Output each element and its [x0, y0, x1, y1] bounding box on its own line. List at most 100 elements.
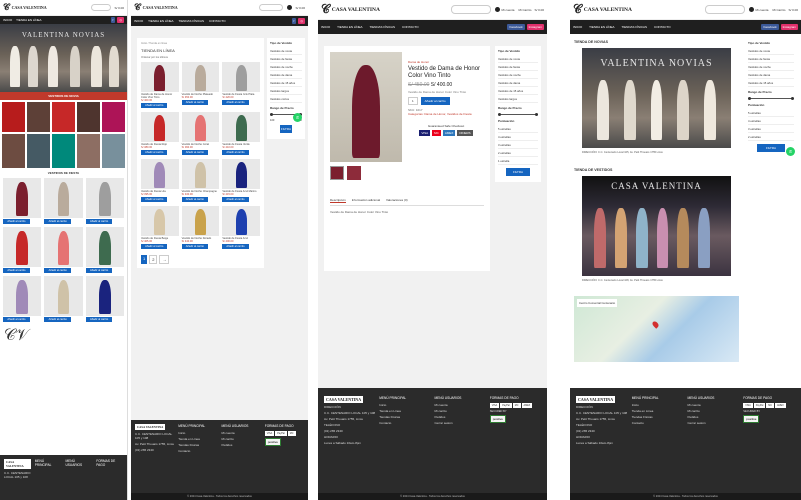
rating-item[interactable]: 5 estrellas	[498, 125, 538, 133]
category-item[interactable]: Vestidos de noche	[270, 63, 302, 71]
add-to-cart-button[interactable]: Añadir al carrito	[181, 244, 209, 249]
promo-tile[interactable]	[2, 102, 25, 132]
product-card[interactable]: Vestido de Fiesta Beige S/ 405.00 Añadir a…	[141, 206, 179, 249]
nav-tienda[interactable]: TIENDA EN LÍNEA	[148, 19, 173, 23]
instagram-button[interactable]: Instagram	[780, 24, 798, 30]
nav-inicio[interactable]: INICIO	[134, 19, 143, 23]
sort-select[interactable]: Ordenar por los últimos	[141, 56, 260, 59]
price-slider[interactable]	[748, 97, 794, 100]
site-logo[interactable]: 𝒞 CASA VALENTINA	[321, 3, 380, 15]
store-photo-novias[interactable]: VALENTINA NOVIAS	[582, 48, 731, 148]
add-to-cart-button[interactable]: Añadir al carrito	[181, 197, 209, 202]
thumbnail[interactable]	[347, 166, 361, 180]
product-image[interactable]	[141, 206, 179, 236]
filter-button[interactable]: FILTRA	[506, 168, 530, 176]
footer-link[interactable]: Inicio	[632, 403, 684, 407]
product-card[interactable]: Añadir al carrito	[85, 178, 124, 224]
product-card[interactable]: Añadir al carrito	[85, 227, 124, 273]
add-to-cart-button[interactable]: Añadir al carrito	[222, 150, 249, 155]
price-slider[interactable]	[498, 113, 538, 116]
category-item[interactable]: Vestidos largos	[270, 87, 302, 95]
tab-info-adicional[interactable]: Información adicional	[352, 198, 380, 203]
footer-link[interactable]: Pedidos	[688, 415, 740, 419]
product-card[interactable]: Añadir al carrito	[85, 276, 124, 322]
product-card[interactable]: Vestido de Dama de Honor Color Vino Tint…	[141, 62, 179, 108]
site-logo[interactable]: 𝒞 CASA VALENTINA	[573, 3, 632, 15]
product-image[interactable]	[141, 112, 179, 142]
category-item[interactable]: Vestidos de noche	[498, 71, 538, 79]
footer-link[interactable]: Tiendas Físicas	[178, 443, 217, 447]
product-category[interactable]: Dama de Honor	[408, 60, 484, 64]
product-image[interactable]	[222, 112, 260, 142]
instagram-button[interactable]: Instagram	[526, 24, 544, 30]
category-item[interactable]: Vestidos de dama	[748, 71, 794, 79]
account-link[interactable]: Mi cuenta	[749, 7, 768, 12]
filter-button[interactable]: FILTRA	[757, 144, 785, 152]
tab-descripcion[interactable]: Descripción	[330, 198, 346, 203]
nav-inicio[interactable]: INICIO	[321, 25, 330, 29]
product-card[interactable]: Vestido de Fiesta Azul S/ 400.00 Añadir al…	[222, 206, 260, 249]
add-to-cart-button[interactable]: Añadir al carrito	[222, 244, 249, 249]
rating-item[interactable]: 5 estrellas	[748, 109, 794, 117]
footer-link[interactable]: Tiendas Físicas	[379, 415, 430, 419]
whatsapp-icon[interactable]: ✆	[786, 147, 795, 156]
quantity-stepper[interactable]: 1	[408, 97, 418, 105]
product-image[interactable]	[141, 159, 179, 189]
footer-link[interactable]: Inicio	[178, 431, 217, 435]
add-to-cart-button[interactable]: Añadir al carrito	[141, 150, 168, 155]
page-next[interactable]: →	[159, 255, 170, 264]
nav-tienda[interactable]: TIENDA EN LÍNEA	[337, 25, 362, 29]
footer-link[interactable]: Cerrar sesión	[435, 421, 486, 425]
add-to-cart-button[interactable]: Añadir al carrito	[141, 103, 168, 108]
store-map[interactable]: Centro Comercial Centenario	[574, 296, 739, 362]
cart-link[interactable]: Mi Carrito	[772, 8, 785, 12]
category-item[interactable]: Vestidos de novia	[748, 47, 794, 55]
rating-item[interactable]: 2 estrellas	[748, 133, 794, 141]
add-to-cart-button[interactable]: Añadir al carrito	[44, 219, 72, 224]
footer-link[interactable]: Mi cuenta	[222, 431, 261, 435]
product-card[interactable]: Añadir al carrito	[44, 276, 83, 322]
nav-contacto[interactable]: CONTACTO	[209, 19, 226, 23]
product-card[interactable]: Añadir al carrito	[3, 178, 42, 224]
category-item[interactable]: Vestidos de fiesta	[748, 55, 794, 63]
add-to-cart-button[interactable]: Añadir al carrito	[3, 317, 30, 322]
footer-link[interactable]: Contacto	[178, 449, 217, 453]
nav-inicio[interactable]: INICIO	[573, 25, 582, 29]
add-to-cart-button[interactable]: Añadir al carrito	[222, 197, 249, 202]
nav-contacto[interactable]: CONTACTO	[654, 25, 671, 29]
category-item[interactable]: Vestidos de noche	[748, 63, 794, 71]
product-card[interactable]: Vestido de Noche Coral S/ 390.00 Añadir al…	[181, 112, 220, 155]
facebook-button[interactable]: f	[291, 18, 297, 24]
category-item[interactable]: Vestidos de dama	[270, 71, 302, 79]
product-categories[interactable]: Categorías: Dama de Honor, Vestidos de F…	[408, 112, 484, 116]
cart-amount[interactable]: S/ 0.00	[534, 8, 544, 12]
rating-item[interactable]: 4 estrellas	[498, 133, 538, 141]
product-card[interactable]: Vestido de Fiesta Rojo S/ 380.00 Añadir al…	[141, 112, 179, 155]
product-image[interactable]	[222, 159, 260, 189]
add-to-cart-button[interactable]: Añadir al carrito	[181, 100, 209, 105]
nav-tienda[interactable]: TIENDA EN LÍNEA	[16, 18, 41, 22]
cart-amount[interactable]: S/ 0.00	[788, 8, 798, 12]
nav-tiendas-fisicas[interactable]: TIENDAS FÍSICAS	[370, 25, 396, 29]
facebook-button[interactable]: f	[110, 17, 116, 23]
cart-link[interactable]: Mi Carrito	[518, 8, 531, 12]
search-input[interactable]	[705, 5, 746, 14]
category-item[interactable]: Vestidos de fiesta	[270, 55, 302, 63]
cart-amount[interactable]: S/ 0.00	[114, 6, 124, 10]
footer-link[interactable]: Cerrar sesión	[688, 421, 740, 425]
footer-link[interactable]: Tienda en Línea	[632, 409, 684, 413]
add-to-cart-button[interactable]: Añadir al carrito	[85, 268, 113, 273]
add-to-cart-button[interactable]: Añadir al carrito	[141, 197, 168, 202]
rating-item[interactable]: 1 estrella	[498, 157, 538, 165]
nav-tiendas-fisicas[interactable]: TIENDAS FÍSICAS	[622, 25, 648, 29]
product-image[interactable]	[222, 62, 260, 92]
page-1[interactable]: 1	[141, 255, 148, 264]
footer-link[interactable]: Pedidos	[222, 443, 261, 447]
category-item[interactable]: Vestidos largos	[498, 95, 538, 103]
account-link[interactable]: Mi cuenta	[495, 7, 514, 12]
product-card[interactable]: Vestido de Fiesta Lila S/ 395.00 Añadir al…	[141, 159, 179, 202]
nav-tienda[interactable]: TIENDA EN LÍNEA	[589, 25, 614, 29]
add-to-cart-button[interactable]: Añadir al carrito	[420, 97, 450, 105]
cart-amount[interactable]: S/ 0.00	[295, 6, 305, 10]
instagram-button[interactable]: ◎	[117, 17, 124, 23]
